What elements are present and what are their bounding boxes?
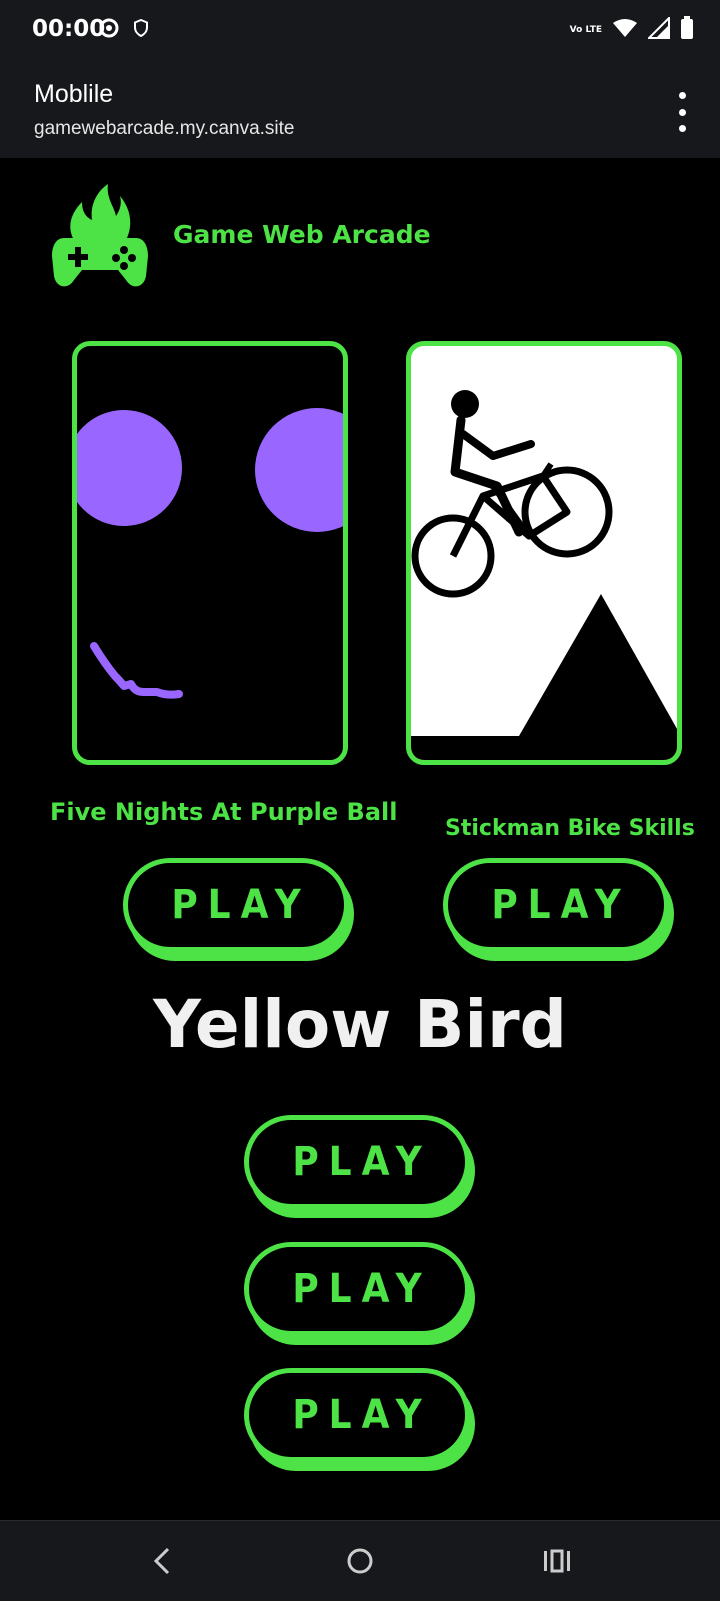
game-card-stickman-bike[interactable] bbox=[406, 341, 682, 765]
volte-icon: Vo LTE bbox=[569, 24, 602, 35]
menu-dot bbox=[678, 125, 686, 132]
section-heading: Yellow Bird bbox=[153, 986, 567, 1063]
system-nav-bar bbox=[0, 1520, 720, 1601]
home-icon bbox=[347, 1548, 373, 1574]
page-content: Game Web Arcade Five Nights At Purple Ba… bbox=[0, 158, 720, 1520]
play-button[interactable]: PLAY bbox=[123, 858, 349, 952]
game-title: Stickman Bike Skills bbox=[445, 816, 695, 841]
menu-dot bbox=[678, 108, 686, 116]
back-icon bbox=[153, 1547, 170, 1575]
overflow-menu-button[interactable] bbox=[672, 92, 692, 132]
play-button[interactable]: PLAY bbox=[244, 1115, 470, 1209]
cell-signal-icon bbox=[646, 15, 670, 43]
game-title: Five Nights At Purple Ball bbox=[50, 798, 398, 826]
play-button[interactable]: PLAY bbox=[244, 1242, 470, 1336]
gamepad-fire-logo bbox=[52, 184, 148, 287]
play-button[interactable]: PLAY bbox=[244, 1368, 470, 1462]
site-brand-name: Game Web Arcade bbox=[173, 220, 431, 249]
browser-toolbar: Moblile gamewebarcade.my.canva.site bbox=[0, 62, 720, 158]
page-title: Moblile bbox=[34, 80, 114, 108]
battery-icon bbox=[680, 16, 694, 44]
status-bar: 00:00 Vo LTE bbox=[0, 0, 720, 62]
url-text[interactable]: gamewebarcade.my.canva.site bbox=[34, 118, 295, 140]
status-time: 00:00 bbox=[32, 16, 106, 42]
recents-button[interactable] bbox=[535, 1539, 579, 1583]
chrome-icon bbox=[99, 18, 119, 42]
shield-icon bbox=[133, 18, 149, 41]
game-thumbnail bbox=[77, 408, 343, 699]
menu-dot bbox=[678, 92, 686, 99]
back-button[interactable] bbox=[140, 1539, 184, 1583]
wifi-icon bbox=[612, 18, 638, 42]
home-button[interactable] bbox=[338, 1539, 382, 1583]
recents-icon bbox=[544, 1549, 570, 1573]
game-thumbnail bbox=[411, 390, 677, 760]
game-card-five-nights[interactable] bbox=[72, 341, 348, 765]
play-button[interactable]: PLAY bbox=[443, 858, 669, 952]
